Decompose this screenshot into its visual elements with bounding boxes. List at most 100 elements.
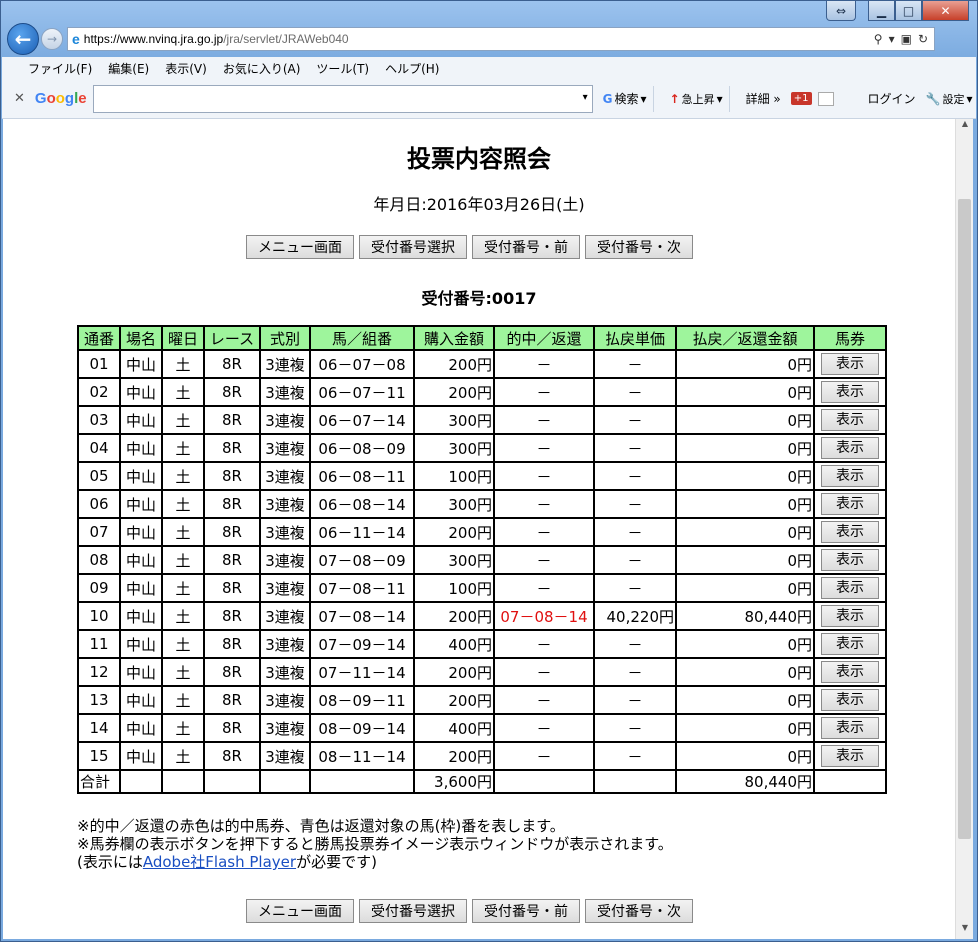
show-ticket-button[interactable]: 表示 — [821, 577, 879, 599]
close-toolbar-icon[interactable]: ✕ — [14, 91, 25, 106]
cell-no: 04 — [77, 433, 121, 463]
receipt-prev-button[interactable]: 受付番号・前 — [472, 899, 580, 923]
col-payout: 払戻／返還金額 — [675, 325, 815, 351]
cell-type: 3連複 — [259, 517, 311, 547]
receipt-prev-button[interactable]: 受付番号・前 — [472, 235, 580, 259]
rising-label: 急上昇 — [681, 92, 715, 106]
cell-venue: 中山 — [119, 405, 163, 435]
address-bar[interactable]: e https://www.nvinq.jra.go.jp/jra/servle… — [67, 27, 935, 51]
col-venue: 場名 — [119, 325, 163, 351]
cell-amount: 400円 — [413, 713, 495, 743]
cell-amount: 300円 — [413, 433, 495, 463]
vertical-scrollbar[interactable]: ▲ ▼ — [955, 119, 973, 939]
google-logo: Google — [34, 90, 87, 107]
scroll-down-icon[interactable]: ▼ — [956, 923, 974, 939]
show-ticket-button[interactable]: 表示 — [821, 717, 879, 739]
show-ticket-button[interactable]: 表示 — [821, 549, 879, 571]
cell-ticket: 表示 — [813, 657, 887, 687]
cell-unit: － — [593, 405, 677, 435]
menu-screen-button[interactable]: メニュー画面 — [246, 235, 354, 259]
flash-player-link[interactable]: Adobe社Flash Player — [143, 853, 296, 871]
restore-tab-icon[interactable]: ⇔ — [826, 1, 856, 21]
cell-type: 3連複 — [259, 377, 311, 407]
show-ticket-button[interactable]: 表示 — [821, 745, 879, 767]
show-ticket-button[interactable]: 表示 — [821, 465, 879, 487]
menu-favorites[interactable]: お気に入り(A) — [223, 60, 301, 77]
show-ticket-button[interactable]: 表示 — [821, 381, 879, 403]
url-domain: https://www.nvinq.jra.go.jp — [83, 32, 224, 46]
cell-type: 3連複 — [259, 461, 311, 491]
show-ticket-button[interactable]: 表示 — [821, 661, 879, 683]
menu-tools[interactable]: ツール(T) — [316, 60, 369, 77]
cell-combo: 07－08－09 — [309, 545, 415, 575]
menu-bar: ファイル(F) 編集(E) 表示(V) お気に入り(A) ツール(T) ヘルプ(… — [2, 57, 976, 79]
cell-race: 8R — [203, 349, 261, 379]
cell-no: 09 — [77, 573, 121, 603]
search-icon[interactable]: ⚲ — [874, 32, 883, 46]
scroll-thumb[interactable] — [958, 199, 971, 839]
cell-unit: － — [593, 517, 677, 547]
cell-ticket: 表示 — [813, 601, 887, 631]
cell-type: 3連複 — [259, 545, 311, 575]
show-ticket-button[interactable]: 表示 — [821, 493, 879, 515]
menu-view[interactable]: 表示(V) — [165, 60, 207, 77]
cell-unit: － — [593, 489, 677, 519]
back-button[interactable]: ← — [7, 23, 39, 55]
cell-combo: 07－08－11 — [309, 573, 415, 603]
show-ticket-button[interactable]: 表示 — [821, 437, 879, 459]
cell-day: 土 — [161, 741, 205, 771]
close-button[interactable]: ✕ — [922, 1, 969, 21]
cell-race: 8R — [203, 657, 261, 687]
receipt-number: 受付番号:0017 — [421, 289, 537, 308]
menu-file[interactable]: ファイル(F) — [28, 60, 92, 77]
cell-venue: 中山 — [119, 573, 163, 603]
cell-day: 土 — [161, 657, 205, 687]
cell-venue: 中山 — [119, 713, 163, 743]
menu-screen-button[interactable]: メニュー画面 — [246, 899, 354, 923]
google-search-button[interactable]: G 検索 ▾ — [603, 90, 647, 107]
table-row: 04 中山土 8R 3連複 06－08－09 300円－－ 0円 表示 — [77, 433, 887, 463]
note-prefix: (表示には — [77, 853, 143, 871]
receipt-select-button[interactable]: 受付番号選択 — [359, 235, 467, 259]
cell-venue: 中山 — [119, 377, 163, 407]
show-ticket-button[interactable]: 表示 — [821, 633, 879, 655]
menu-edit[interactable]: 編集(E) — [108, 60, 149, 77]
lock-icon[interactable]: ▣ — [901, 32, 912, 46]
cell-unit: － — [593, 433, 677, 463]
plus-one-button[interactable]: +1 — [790, 91, 834, 106]
show-ticket-button[interactable]: 表示 — [821, 689, 879, 711]
scroll-up-icon[interactable]: ▲ — [956, 119, 974, 135]
receipt-next-button[interactable]: 受付番号・次 — [585, 235, 693, 259]
show-ticket-button[interactable]: 表示 — [821, 605, 879, 627]
cell-day: 土 — [161, 573, 205, 603]
show-ticket-button[interactable]: 表示 — [821, 409, 879, 431]
cell-ticket: 表示 — [813, 685, 887, 715]
table-row: 08 中山土 8R 3連複 07－08－09 300円－－ 0円 表示 — [77, 545, 887, 575]
rising-button[interactable]: ↑ 急上昇 ▾ — [670, 91, 723, 107]
settings-button[interactable]: 🔧 設定 ▾ — [926, 91, 973, 107]
show-ticket-button[interactable]: 表示 — [821, 353, 879, 375]
minimize-button[interactable]: ▁ — [868, 1, 895, 21]
forward-button[interactable]: → — [41, 28, 63, 50]
cell-payout: 0円 — [675, 377, 815, 407]
cell-payout: 0円 — [675, 349, 815, 379]
detail-button[interactable]: 詳細 » — [746, 90, 781, 107]
refresh-icon[interactable]: ↻ — [918, 32, 928, 46]
receipt-select-button[interactable]: 受付番号選択 — [359, 899, 467, 923]
cell-type: 3連複 — [259, 629, 311, 659]
maximize-button[interactable]: □ — [895, 1, 922, 21]
receipt-next-button[interactable]: 受付番号・次 — [585, 899, 693, 923]
menu-help[interactable]: ヘルプ(H) — [385, 60, 439, 77]
page-viewport: 投票内容照会 年月日:2016年03月26日(土) メニュー画面 受付番号選択 … — [3, 119, 955, 939]
chevron-down-icon[interactable]: ▾ — [889, 32, 895, 46]
col-ticket: 馬券 — [813, 325, 887, 351]
login-button[interactable]: ログイン — [868, 90, 916, 107]
cell-unit: － — [593, 461, 677, 491]
chevron-down-icon[interactable]: ▾ — [583, 92, 588, 103]
cell-unit: － — [593, 377, 677, 407]
show-ticket-button[interactable]: 表示 — [821, 521, 879, 543]
google-search-input[interactable]: ▾ — [92, 84, 593, 113]
note-suffix: が必要です) — [296, 853, 377, 871]
empty-cell — [813, 769, 887, 794]
cell-race: 8R — [203, 461, 261, 491]
